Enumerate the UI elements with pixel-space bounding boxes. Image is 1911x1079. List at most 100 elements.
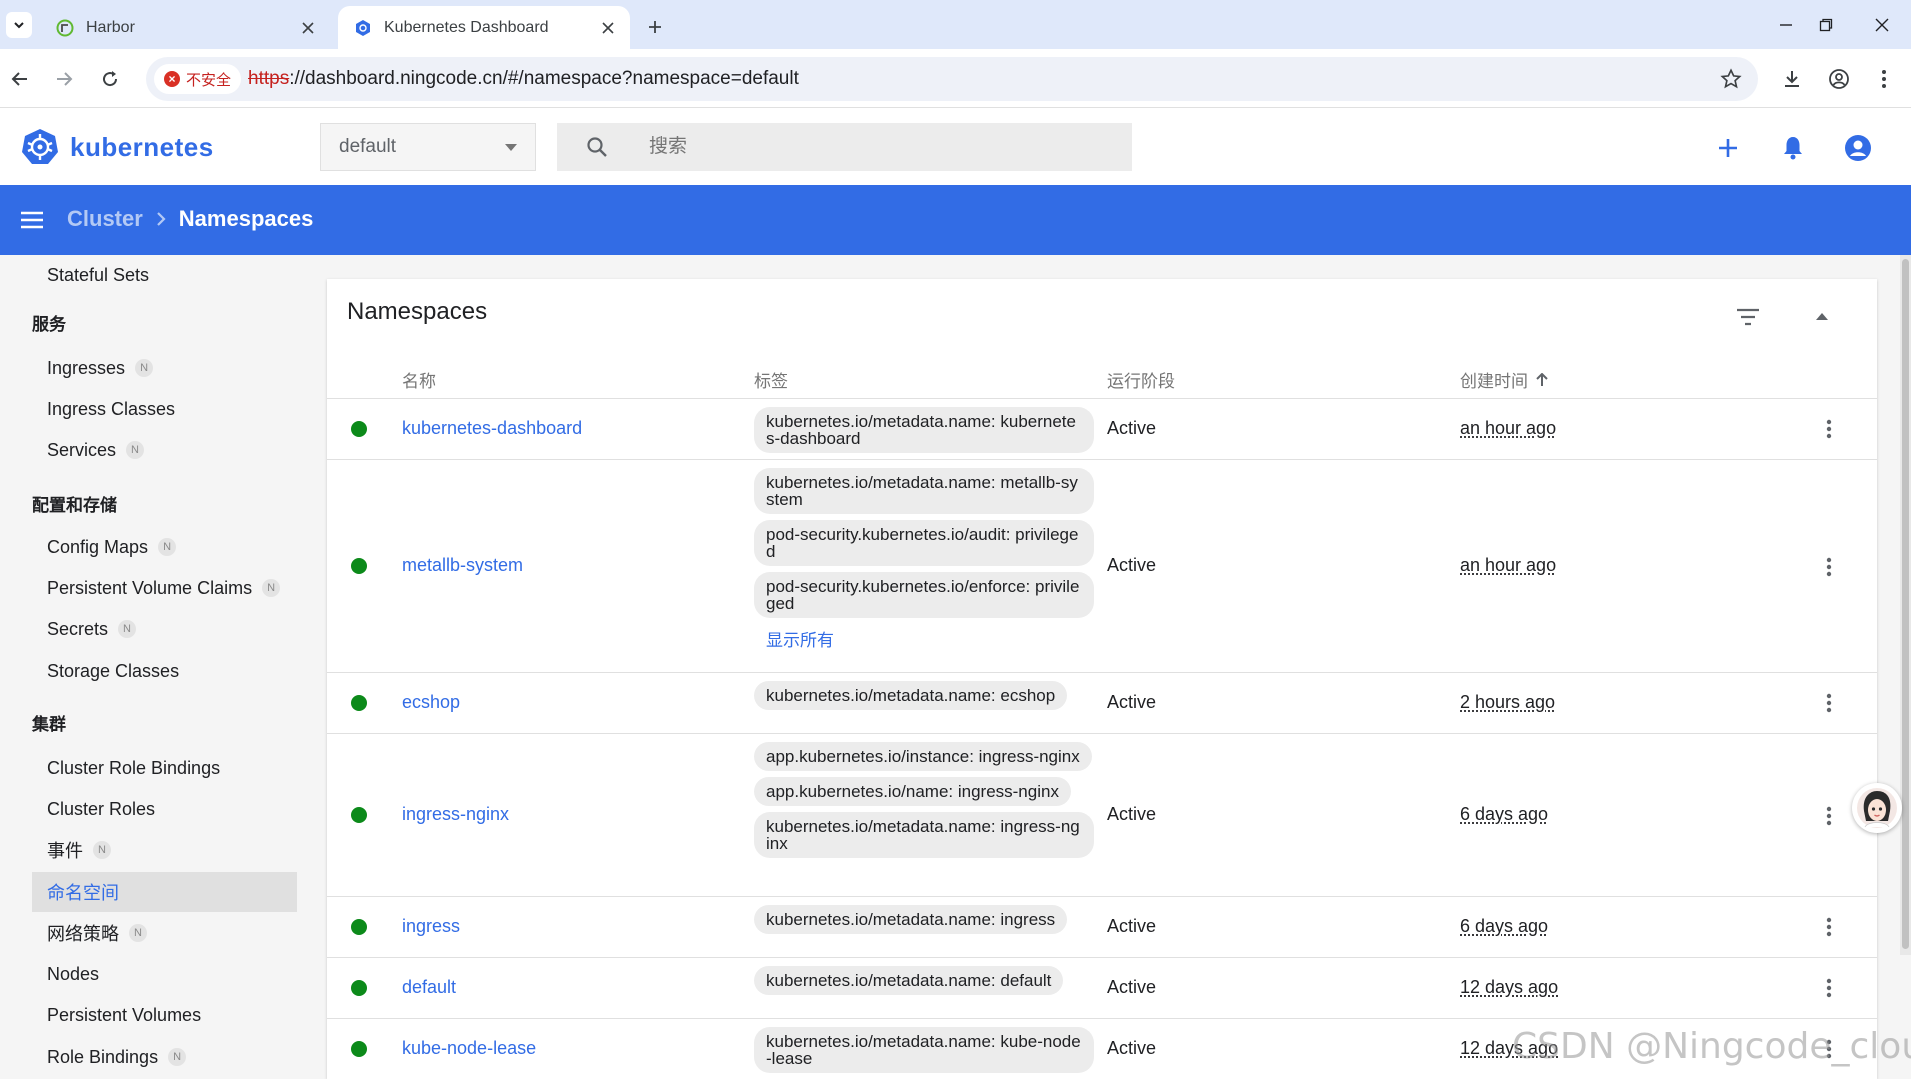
sidebar-item-label: Persistent Volumes (47, 1004, 202, 1025)
breadcrumb-cluster[interactable]: Cluster (67, 206, 143, 232)
url-text[interactable]: https://dashboard.ningcode.cn/#/namespac… (248, 68, 799, 90)
column-header-labels: 标签 (754, 367, 788, 392)
search-bar[interactable] (557, 123, 1132, 171)
search-input[interactable] (647, 135, 1047, 159)
sidebar-item-services[interactable]: Services N (32, 430, 297, 470)
namespace-link[interactable]: ingress (402, 916, 460, 937)
assistant-avatar-button[interactable] (1852, 783, 1902, 833)
phase-value: Active (1107, 418, 1157, 438)
minimize-window-icon[interactable] (1766, 10, 1806, 40)
namespace-selector[interactable]: default (320, 123, 536, 171)
sidebar-item-role-bindings[interactable]: Role Bindings N (32, 1037, 297, 1077)
close-tab-icon[interactable] (298, 18, 318, 38)
labels-cell: kubernetes.io/metadata.name: kubernetes-… (754, 407, 1094, 459)
table-row[interactable]: ecshop kubernetes.io/metadata.name: ecsh… (327, 673, 1877, 734)
warning-icon: × (164, 71, 180, 87)
status-active-icon (351, 695, 367, 711)
sidebar-item-config-maps[interactable]: Config Maps N (32, 527, 297, 567)
sidebar-item-cluster-role-bindings[interactable]: Cluster Role Bindings (32, 748, 297, 788)
sidebar-item-label: Secrets (47, 618, 109, 639)
browser-menu-icon[interactable] (1868, 63, 1900, 95)
sidebar-item-label: Cluster Roles (47, 798, 156, 819)
tab-title: Harbor (86, 18, 135, 36)
namespaces-card: Namespaces 名称 标签 运行阶段 创建时间 kubernetes-da… (327, 279, 1877, 1079)
table-row[interactable]: default kubernetes.io/metadata.name: def… (327, 958, 1877, 1019)
sort-arrow-up-icon (1536, 372, 1548, 387)
labels-cell: kubernetes.io/metadata.name: ecshop (754, 681, 1094, 716)
created-age: an hour ago (1460, 555, 1557, 575)
sidebar-item-cluster-roles[interactable]: Cluster Roles (32, 789, 297, 829)
namespaced-badge: N (158, 538, 177, 556)
status-active-icon (351, 1041, 367, 1057)
scrollbar-thumb[interactable] (1902, 259, 1909, 949)
logo-text: kubernetes (70, 131, 214, 162)
table-row[interactable]: ingress kubernetes.io/metadata.name: ing… (327, 897, 1877, 958)
sidebar-item-stateful-sets[interactable]: Stateful Sets (32, 255, 297, 295)
breadcrumb-toolbar: Cluster Namespaces (0, 185, 1911, 255)
new-tab-plus-icon[interactable] (640, 12, 670, 42)
not-secure-chip[interactable]: × 不安全 (154, 64, 242, 94)
collapse-arrow-icon[interactable] (1806, 301, 1838, 333)
namespace-link[interactable]: metallb-system (402, 555, 523, 576)
sidebar-item-events[interactable]: 事件 N (32, 830, 297, 870)
hamburger-menu-icon[interactable] (14, 205, 50, 235)
tab-kubernetes-dashboard[interactable]: Kubernetes Dashboard (338, 6, 630, 49)
sidebar-item-label: Cluster Role Bindings (47, 757, 221, 778)
sidebar-item-label: 事件 (47, 841, 83, 861)
row-more-vert-icon[interactable] (1817, 915, 1841, 939)
sidebar-item-ingress-classes[interactable]: Ingress Classes (32, 389, 297, 429)
table-row[interactable]: metallb-system kubernetes.io/metadata.na… (327, 460, 1877, 673)
namespace-link[interactable]: ecshop (402, 692, 460, 713)
filter-list-icon[interactable] (1732, 301, 1764, 333)
bookmark-star-icon[interactable] (1720, 68, 1742, 95)
row-more-vert-icon[interactable] (1817, 976, 1841, 1000)
sidebar-item-nodes[interactable]: Nodes (32, 954, 297, 994)
sidebar-item-storage-classes[interactable]: Storage Classes (32, 651, 297, 691)
dropdown-arrow-icon (505, 136, 517, 158)
table-row[interactable]: kubernetes-dashboard kubernetes.io/metad… (327, 399, 1877, 460)
tab-list-chevron-icon[interactable] (6, 12, 32, 38)
namespaced-badge: N (135, 359, 154, 377)
namespaced-badge: N (262, 579, 281, 597)
column-header-created[interactable]: 创建时间 (1460, 367, 1548, 392)
kubernetes-logo[interactable]: kubernetes (20, 127, 214, 167)
tab-harbor[interactable]: Harbor (40, 6, 330, 49)
namespace-link[interactable]: default (402, 977, 456, 998)
sidebar-item-namespaces[interactable]: 命名空间 (32, 872, 297, 912)
namespace-link[interactable]: ingress-nginx (402, 804, 509, 825)
page-scrollbar[interactable] (1900, 255, 1911, 955)
sidebar-item-ingresses[interactable]: Ingresses N (32, 348, 297, 388)
row-more-vert-icon[interactable] (1817, 691, 1841, 715)
profile-icon[interactable] (1823, 63, 1855, 95)
table-row[interactable]: ingress-nginx app.kubernetes.io/instance… (327, 734, 1877, 897)
reload-icon[interactable] (94, 63, 126, 95)
create-plus-icon[interactable] (1712, 132, 1744, 164)
restore-window-icon[interactable] (1806, 10, 1846, 40)
url-scheme: https (248, 68, 290, 89)
sidebar-item-secrets[interactable]: Secrets N (32, 609, 297, 649)
row-more-vert-icon[interactable] (1817, 555, 1841, 579)
forward-arrow-icon[interactable] (48, 63, 80, 95)
sidebar-item-network-policies[interactable]: 网络策略 N (32, 913, 297, 953)
back-arrow-icon[interactable] (4, 63, 36, 95)
sidebar-item-persistent-volumes[interactable]: Persistent Volumes (32, 995, 297, 1035)
sidebar-item-persistent-volume-claims[interactable]: Persistent Volume Claims N (32, 568, 297, 608)
show-all-labels-link[interactable]: 显示所有 (766, 626, 1094, 651)
download-icon[interactable] (1776, 63, 1808, 95)
column-header-phase[interactable]: 运行阶段 (1107, 367, 1175, 392)
row-more-vert-icon[interactable] (1817, 417, 1841, 441)
status-active-icon (351, 919, 367, 935)
row-more-vert-icon[interactable] (1817, 804, 1841, 828)
account-circle-icon[interactable] (1842, 132, 1874, 164)
phase-value: Active (1107, 555, 1157, 575)
close-tab-icon[interactable] (598, 18, 618, 38)
namespace-link[interactable]: kube-node-lease (402, 1038, 536, 1059)
namespaced-badge: N (93, 841, 111, 859)
address-bar[interactable]: × 不安全 https://dashboard.ningcode.cn/#/na… (146, 57, 1758, 101)
column-header-name[interactable]: 名称 (402, 367, 436, 392)
namespace-link[interactable]: kubernetes-dashboard (402, 418, 582, 439)
label-chip: kubernetes.io/metadata.name: kube-node-l… (754, 1027, 1094, 1073)
notifications-bell-icon[interactable] (1777, 132, 1809, 164)
close-window-icon[interactable] (1862, 10, 1902, 40)
label-chip: kubernetes.io/metadata.name: ingress-ngi… (754, 812, 1094, 858)
